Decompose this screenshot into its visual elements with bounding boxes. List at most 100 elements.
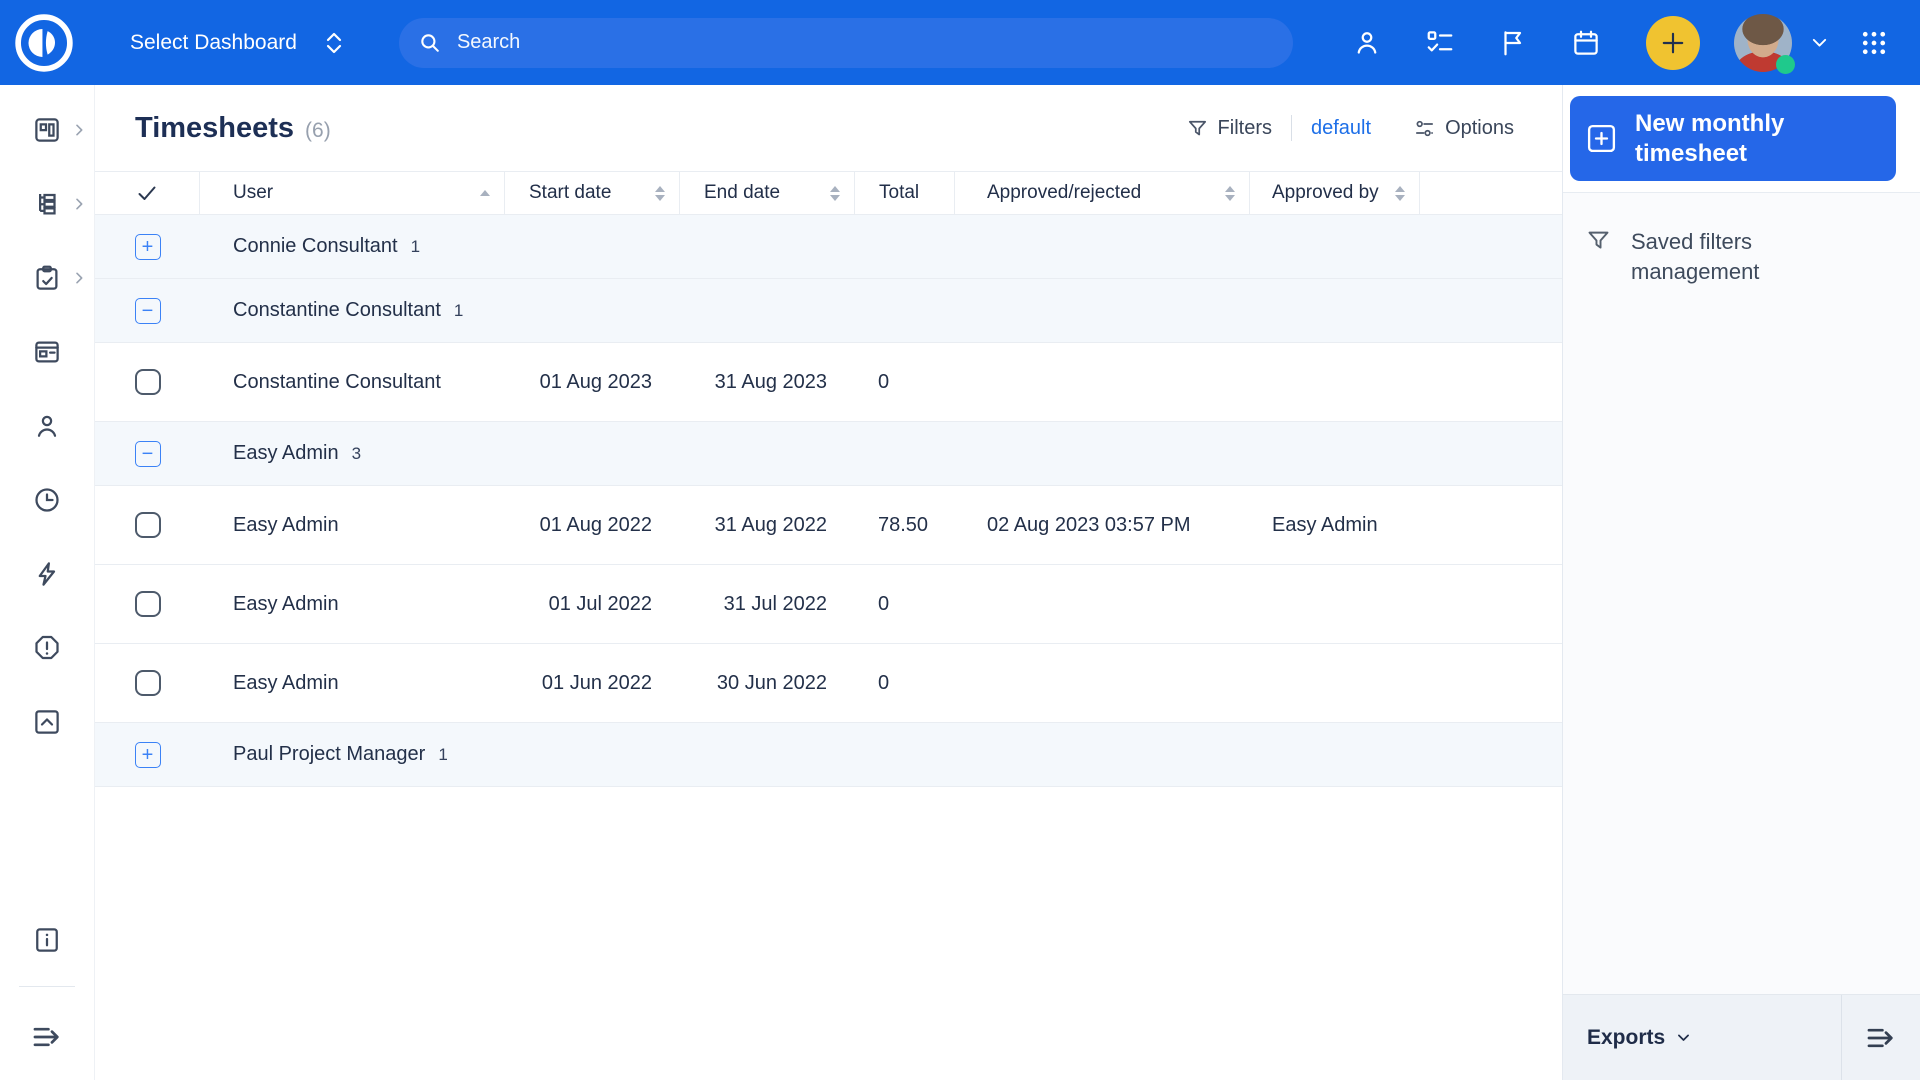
sidebar-item-users[interactable] [0,411,95,441]
table-body: + Connie Consultant 1 − Constantine Consulta… [95,215,1562,787]
group-row-select-cell: − [95,279,200,342]
app-logo-icon[interactable] [14,13,74,73]
cell-start-date: 01 Jun 2022 [541,671,652,694]
cell-start-date: 01 Jul 2022 [548,592,652,615]
group-row: + Paul Project Manager 1 [95,723,1562,787]
online-status-badge [1776,54,1795,74]
group-row-select-cell: − [95,422,200,485]
cell-total: 0 [878,592,890,615]
column-header-approved-by[interactable]: Approved by [1250,172,1420,214]
alert-octagon-icon [35,635,59,660]
active-filter-link[interactable]: default [1311,117,1371,140]
options-button[interactable]: Options [1413,117,1514,140]
row-select-cell [95,343,200,421]
group-row: − Easy Admin 3 [95,422,1562,486]
dashboard-selector[interactable]: Select Dashboard [130,30,345,56]
record-count: (6) [305,118,331,142]
main-content: Timesheets (6) Filters default Options U… [95,85,1562,1080]
column-header-end-date[interactable]: End date [680,172,855,214]
filter-funnel-icon [1588,231,1609,249]
row-checkbox[interactable] [134,670,161,696]
row-checkbox[interactable] [134,369,161,395]
column-header-start-date[interactable]: Start date [505,172,680,214]
column-header-approved-rejected[interactable]: Approved/rejected [955,172,1250,214]
cell-approved-rejected [955,343,1250,421]
dashboard-icon [35,118,59,142]
search-input[interactable] [456,31,1273,54]
row-checkbox[interactable] [134,512,161,538]
sidebar-item-alerts[interactable] [0,633,95,663]
info-icon[interactable] [32,925,62,955]
row-select-cell [95,644,200,722]
cell-user: Easy Admin [233,671,339,694]
group-label-cell: Constantine Consultant 1 [200,279,1562,342]
project-tree-icon [39,193,56,215]
sidebar-item-boards[interactable] [0,337,95,367]
page-title: Timesheets [135,111,295,144]
sidebar-item-quick-actions[interactable] [0,559,95,589]
group-name: Connie Consultant [233,235,398,257]
table-row[interactable]: Easy Admin 01 Jun 2022 30 Jun 2022 0 [95,644,1562,723]
cell-approved-rejected: 02 Aug 2023 03:57 PM [987,513,1191,536]
divider [1291,115,1292,141]
group-count: 1 [438,744,448,764]
table-row[interactable]: Easy Admin 01 Aug 2022 31 Aug 2022 78.50 02 … [95,486,1562,565]
new-monthly-timesheet-button[interactable]: New monthly timesheet [1570,96,1896,181]
apps-grid-icon[interactable] [1859,28,1889,58]
group-row: + Connie Consultant 1 [95,215,1562,279]
quick-add-button[interactable] [1646,15,1700,70]
clipboard-check-icon [36,265,58,290]
sort-asc-icon [480,190,490,196]
column-header-user[interactable]: User [200,172,505,214]
sidebar-divider [19,986,75,987]
select-all-button[interactable] [95,172,200,214]
chevron-up-down-icon [326,32,342,53]
global-search [398,17,1293,68]
cell-user: Easy Admin [233,592,339,615]
sidebar-item-dashboards[interactable] [0,115,95,145]
cell-end-date: 31 Aug 2023 [714,370,827,393]
sliders-icon [1416,120,1434,136]
sidebar-item-collapse-group[interactable] [0,707,95,737]
cell-approved-rejected [955,565,1250,643]
column-header-total[interactable]: Total [855,172,955,214]
group-label-cell: Easy Admin 3 [200,422,1562,485]
user-icon[interactable] [1352,28,1382,58]
chevron-right-icon [75,272,82,284]
user-menu[interactable] [1734,13,1795,74]
expand-group-button[interactable]: + [134,233,161,260]
sort-icon [1395,185,1405,201]
cell-approved-by [1250,565,1420,643]
panel-collapse-icon [1867,1028,1893,1047]
sidebar-expand-icon[interactable] [30,1020,64,1054]
panel-footer: Exports [1563,994,1920,1080]
cell-end-date: 31 Jul 2022 [723,592,827,615]
panel-collapse-button[interactable] [1842,995,1920,1080]
expand-group-button[interactable]: + [134,741,161,768]
sidebar-item-tasks[interactable] [0,263,95,293]
exports-dropdown[interactable]: Exports [1563,995,1841,1080]
table-row[interactable]: Easy Admin 01 Jul 2022 31 Jul 2022 0 [95,565,1562,644]
group-row: − Constantine Consultant 1 [95,279,1562,343]
chevron-up-square-icon [35,710,59,734]
cell-start-date: 01 Aug 2022 [539,513,652,536]
cell-filler [1420,343,1562,421]
chevron-down-icon [1678,1034,1690,1041]
calendar-icon[interactable] [1571,28,1601,58]
cell-total: 0 [878,370,890,393]
flag-icon[interactable] [1498,28,1528,58]
group-count: 1 [453,300,464,320]
filters-button[interactable]: Filters [1186,117,1272,140]
table-row[interactable]: Constantine Consultant 01 Aug 2023 31 Aug … [95,343,1562,422]
collapse-group-button[interactable]: − [134,440,161,467]
cell-approved-by [1250,644,1420,722]
sidebar-item-projects[interactable] [0,189,95,219]
collapse-group-button[interactable]: − [134,297,161,324]
group-count: 3 [351,443,362,463]
sidebar-item-time[interactable] [0,485,95,515]
saved-filters-management-button[interactable]: Saved filters management [1563,193,1920,287]
chevron-down-icon[interactable] [1809,32,1830,53]
row-checkbox[interactable] [134,591,161,617]
task-list-icon[interactable] [1425,28,1455,58]
group-name: Paul Project Manager [233,743,426,765]
